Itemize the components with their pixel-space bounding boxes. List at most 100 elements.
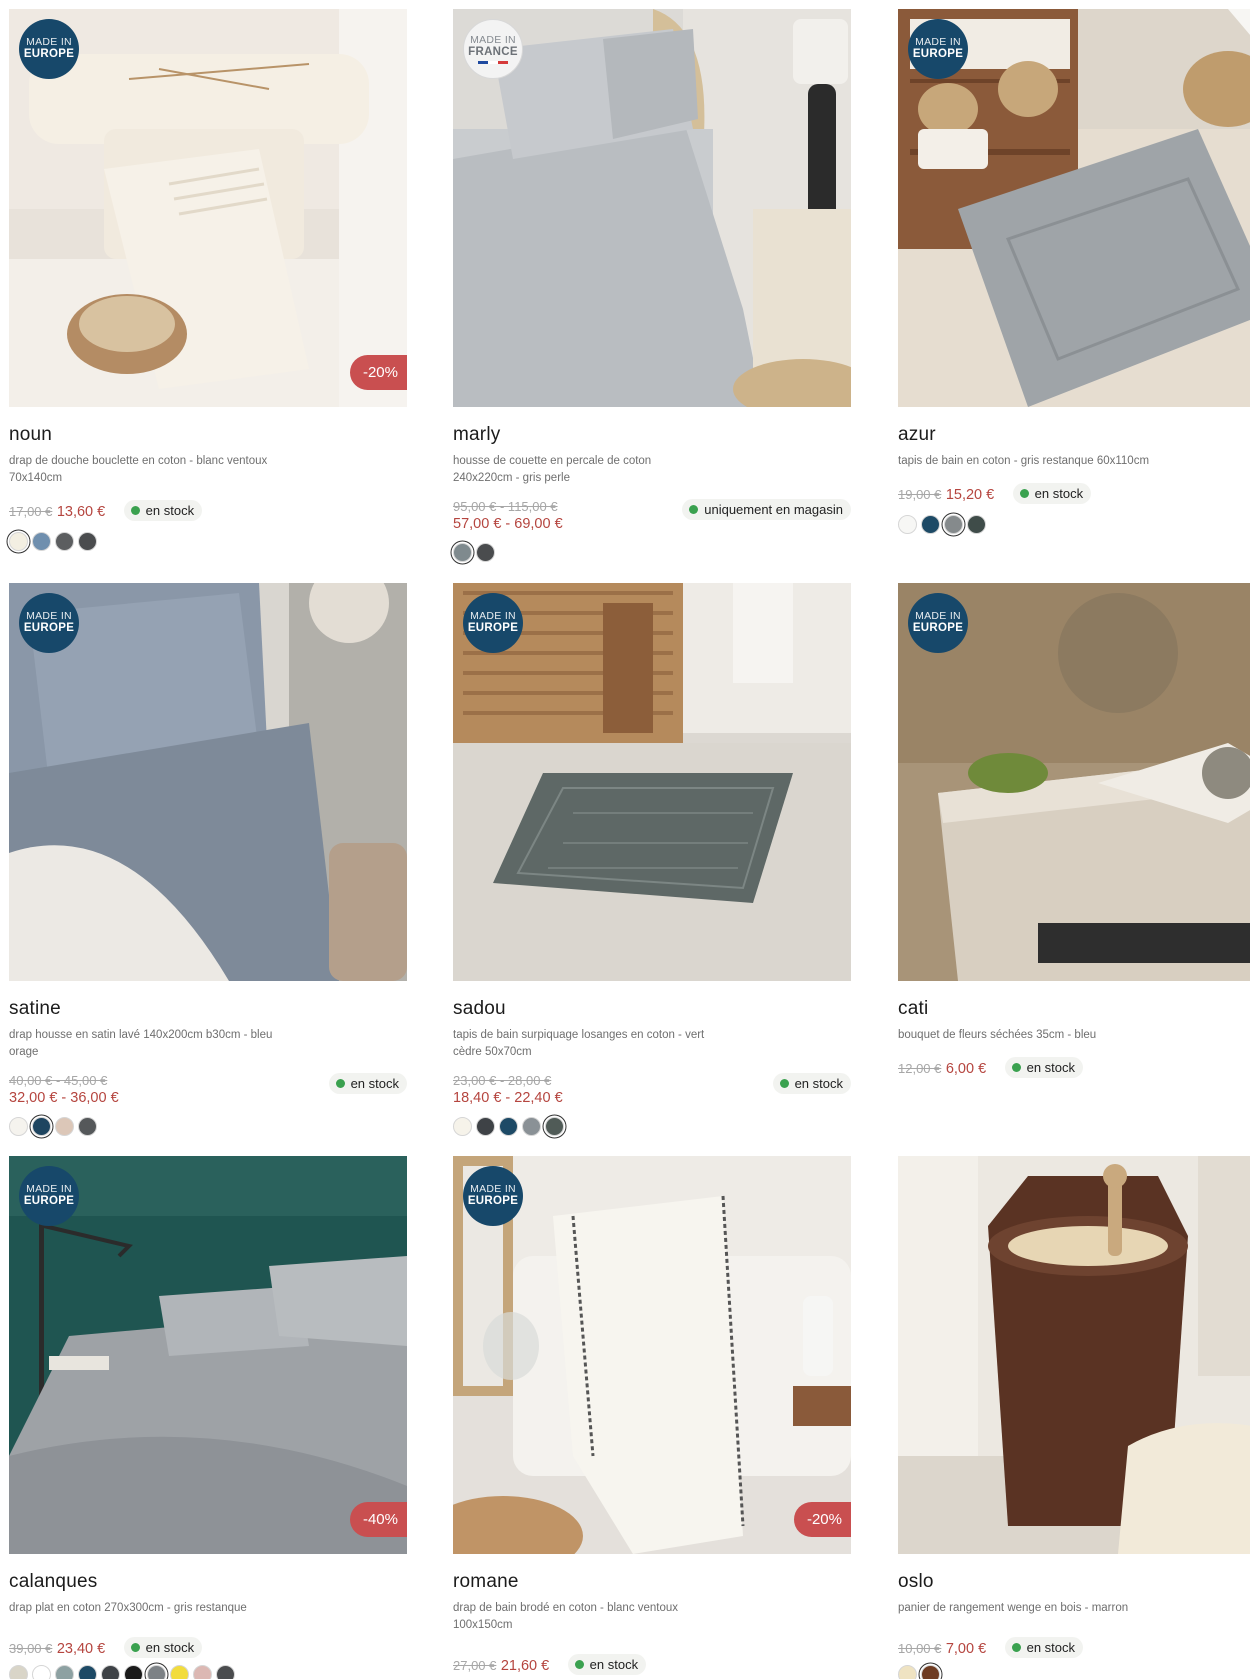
stock-label: en stock <box>350 1076 399 1091</box>
product-name[interactable]: calanques <box>9 1571 407 1593</box>
stock-badge: en stock <box>1004 1637 1084 1658</box>
french-flag-icon <box>478 60 508 64</box>
color-swatches <box>9 532 407 551</box>
stock-badge: en stock <box>772 1073 851 1094</box>
stock-dot-icon <box>779 1079 789 1088</box>
old-price: 10,00 € <box>898 1641 942 1656</box>
color-swatches <box>898 1665 1250 1679</box>
product-name[interactable]: noun <box>9 424 407 446</box>
color-swatch[interactable] <box>32 1117 51 1136</box>
product-card-marly[interactable]: MADE IN FRANCE marly housse de couette e… <box>453 9 851 562</box>
product-image[interactable]: MADE IN EUROPE <box>898 583 1250 981</box>
color-swatch[interactable] <box>967 515 986 534</box>
color-swatch[interactable] <box>453 1117 472 1136</box>
price-row: 23,00 € - 28,00 € 18,40 € - 22,40 € en s… <box>453 1073 851 1107</box>
product-card-satine[interactable]: MADE IN EUROPE satine drap housse en sat… <box>9 583 407 1136</box>
stock-dot-icon <box>130 506 140 515</box>
product-image[interactable]: MADE IN EUROPE -20% <box>9 9 407 407</box>
color-swatch[interactable] <box>476 1117 495 1136</box>
color-swatch[interactable] <box>921 515 940 534</box>
new-price: 7,00 € <box>945 1641 987 1657</box>
color-swatch[interactable] <box>32 532 51 551</box>
stock-dot-icon <box>335 1079 345 1088</box>
old-price: 17,00 € <box>9 504 53 519</box>
price-row: 27,00 € 21,60 € en stock <box>453 1654 851 1676</box>
product-name[interactable]: azur <box>898 424 1250 446</box>
stock-badge: en stock <box>1012 483 1092 504</box>
stock-label: en stock <box>1026 1640 1076 1655</box>
stock-badge: en stock <box>123 500 203 521</box>
stock-label: en stock <box>589 1657 639 1672</box>
made-in-france-badge: MADE IN FRANCE <box>463 19 523 79</box>
product-name[interactable]: cati <box>898 998 1250 1020</box>
color-swatch[interactable] <box>9 532 28 551</box>
product-image[interactable]: MADE IN EUROPE <box>453 583 851 981</box>
color-swatch[interactable] <box>78 1665 97 1679</box>
color-swatch[interactable] <box>78 532 97 551</box>
old-price: 19,00 € <box>898 487 942 502</box>
product-image[interactable]: MADE IN EUROPE -20% <box>453 1156 851 1554</box>
new-price: 15,20 € <box>945 487 995 503</box>
product-name[interactable]: marly <box>453 424 851 446</box>
made-in-europe-badge: MADE IN EUROPE <box>19 1166 79 1226</box>
color-swatch[interactable] <box>9 1665 28 1679</box>
color-swatch[interactable] <box>55 1665 74 1679</box>
color-swatch[interactable] <box>9 1117 28 1136</box>
product-card-romane[interactable]: MADE IN EUROPE -20% romane drap de bain … <box>453 1156 851 1676</box>
product-card-cati[interactable]: MADE IN EUROPE cati bouquet de fleurs sé… <box>898 583 1250 1079</box>
color-swatch[interactable] <box>898 515 917 534</box>
product-card-calanques[interactable]: MADE IN EUROPE -40% calanques drap plat … <box>9 1156 407 1679</box>
product-name[interactable]: oslo <box>898 1571 1250 1593</box>
color-swatch[interactable] <box>499 1117 518 1136</box>
stock-label: en stock <box>145 503 195 518</box>
product-image[interactable] <box>898 1156 1250 1554</box>
color-swatch[interactable] <box>32 1665 51 1679</box>
product-image[interactable]: MADE IN FRANCE <box>453 9 851 407</box>
price-row: 17,00 € 13,60 € en stock <box>9 500 407 522</box>
product-card-oslo[interactable]: oslo panier de rangement wenge en bois -… <box>898 1156 1250 1679</box>
badge-line1: MADE IN <box>915 36 961 48</box>
product-name[interactable]: satine <box>9 998 407 1020</box>
product-description: drap de douche bouclette en coton - blan… <box>9 455 268 484</box>
color-swatch[interactable] <box>453 543 472 562</box>
color-swatch[interactable] <box>522 1117 541 1136</box>
color-swatch[interactable] <box>898 1665 917 1679</box>
color-swatch[interactable] <box>101 1665 120 1679</box>
color-swatch[interactable] <box>55 532 74 551</box>
color-swatch[interactable] <box>170 1665 189 1679</box>
product-description: drap housse en satin lavé 140x200cm b30c… <box>9 1029 273 1058</box>
color-swatches <box>9 1665 407 1679</box>
product-description: tapis de bain surpiquage losanges en cot… <box>453 1029 705 1058</box>
product-name[interactable]: romane <box>453 1571 851 1593</box>
stock-dot-icon <box>1011 1643 1021 1652</box>
product-card-sadou[interactable]: MADE IN EUROPE sadou tapis de bain surpi… <box>453 583 851 1136</box>
product-name[interactable]: sadou <box>453 998 851 1020</box>
badge-line1: MADE IN <box>470 33 516 46</box>
product-card-azur[interactable]: MADE IN EUROPE azur tapis de bain en cot… <box>898 9 1250 534</box>
product-image[interactable]: MADE IN EUROPE <box>898 9 1250 407</box>
color-swatch[interactable] <box>193 1665 212 1679</box>
product-description: drap plat en coton 270x300cm - gris rest… <box>9 1602 247 1614</box>
product-card-noun[interactable]: MADE IN EUROPE -20% noun drap de douche … <box>9 9 407 551</box>
color-swatches <box>898 515 1250 534</box>
stock-label: en stock <box>145 1640 195 1655</box>
color-swatch[interactable] <box>78 1117 97 1136</box>
badge-line1: MADE IN <box>26 36 72 48</box>
price-row: 39,00 € 23,40 € en stock <box>9 1637 407 1659</box>
color-swatch[interactable] <box>147 1665 166 1679</box>
old-price: 27,00 € <box>453 1658 497 1673</box>
color-swatch[interactable] <box>55 1117 74 1136</box>
product-image[interactable]: MADE IN EUROPE <box>9 583 407 981</box>
color-swatch[interactable] <box>944 515 963 534</box>
color-swatch[interactable] <box>124 1665 143 1679</box>
color-swatch[interactable] <box>216 1665 235 1679</box>
made-in-europe-badge: MADE IN EUROPE <box>19 593 79 653</box>
discount-badge: -20% <box>793 1502 851 1537</box>
product-description: housse de couette en percale de coton 24… <box>453 455 652 484</box>
product-image[interactable]: MADE IN EUROPE -40% <box>9 1156 407 1554</box>
color-swatch[interactable] <box>476 543 495 562</box>
stock-dot-icon <box>574 1660 584 1669</box>
color-swatch[interactable] <box>545 1117 564 1136</box>
color-swatch[interactable] <box>921 1665 940 1679</box>
color-swatches <box>453 543 851 562</box>
